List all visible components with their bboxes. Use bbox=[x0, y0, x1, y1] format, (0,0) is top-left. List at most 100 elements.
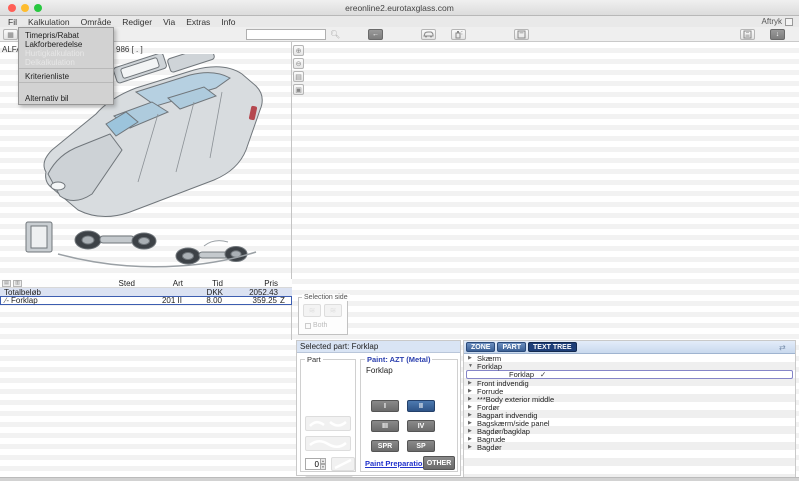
menu-bar: Fil Kalkulation Område Rediger Via Extra… bbox=[0, 16, 799, 27]
expand-all-icon[interactable]: ▥ bbox=[13, 280, 22, 287]
app-window: ereonline2.eurotaxglass.com Fil Kalkulat… bbox=[0, 0, 799, 481]
aftryk-control[interactable]: Aftryk bbox=[762, 17, 793, 26]
expand-icon[interactable]: ▶ bbox=[468, 380, 474, 386]
menu-item-disabled-1: Hurtigkalkulation bbox=[19, 48, 113, 57]
menu-omraade[interactable]: Område bbox=[81, 17, 112, 27]
table-row-forklap[interactable]: ∕-Forklap 201 II 8.00 359.25 Z bbox=[0, 296, 292, 305]
menu-item-disabled-2: Delkalkulation bbox=[19, 57, 113, 66]
print-view-icon[interactable]: ▤ bbox=[293, 71, 304, 82]
menu-via[interactable]: Via bbox=[163, 17, 175, 27]
kalkulation-dropdown-menu: Timepris/Rabat Lakforberedelse Hurtigkal… bbox=[18, 27, 114, 105]
search-icon[interactable]: 🔍︎ bbox=[330, 30, 339, 39]
row-flag: Z bbox=[277, 296, 291, 305]
collapse-all-icon[interactable]: ▤ bbox=[2, 280, 11, 287]
aftryk-label: Aftryk bbox=[762, 17, 782, 26]
selection-side-group: Selection side ≋ ≋ Both bbox=[298, 297, 348, 335]
menu-item-kriterienliste[interactable]: Kriterienliste bbox=[19, 71, 113, 80]
paint-level-3-button[interactable]: III bbox=[371, 420, 399, 432]
paint-group: Paint: AZT (Metal) Forklap I II III IV S… bbox=[360, 359, 458, 472]
back-icon[interactable]: ← bbox=[368, 29, 383, 40]
expand-icon[interactable]: ▶ bbox=[468, 396, 474, 402]
window-bottom-strip bbox=[0, 477, 799, 481]
expand-icon[interactable]: ▶ bbox=[468, 428, 474, 434]
paint-preparation-link[interactable]: Paint Preparation bbox=[365, 459, 427, 468]
column-art[interactable]: Art bbox=[135, 279, 183, 288]
line-tool-button[interactable] bbox=[331, 457, 355, 471]
expand-icon[interactable]: ▶ bbox=[468, 420, 474, 426]
row-pris: 359.25 bbox=[222, 296, 277, 305]
paint-level-1-button[interactable]: I bbox=[371, 400, 399, 412]
aftryk-icon[interactable] bbox=[785, 18, 793, 26]
paint-sp-button[interactable]: SP bbox=[407, 440, 435, 452]
panel-refresh-icon[interactable]: ⇄ bbox=[779, 343, 791, 352]
save-icon[interactable] bbox=[740, 29, 755, 40]
table-row-total[interactable]: Totalbeløb DKK 2052.43 bbox=[0, 288, 292, 296]
menu-extras[interactable]: Extras bbox=[186, 17, 210, 27]
repair-curve-button[interactable] bbox=[305, 436, 351, 451]
open-document-icon[interactable] bbox=[514, 29, 529, 40]
export-print-icon[interactable]: ↓ bbox=[770, 29, 785, 40]
selected-part-header: Selected part: Forklap bbox=[297, 341, 460, 353]
zoom-in-icon[interactable]: ⊕ bbox=[293, 45, 304, 56]
other-button[interactable]: OTHER bbox=[423, 456, 455, 470]
window-title: ereonline2.eurotaxglass.com bbox=[0, 3, 799, 13]
paint-spray-icon[interactable] bbox=[451, 29, 466, 40]
part-group: Part 0 ▲▼ bbox=[300, 359, 356, 472]
estimate-table: ▤ ▥ Sted Art Tid Pris Totalbeløb DKK 205… bbox=[0, 279, 292, 305]
collapse-icon[interactable]: ▼ bbox=[468, 363, 474, 369]
paint-level-4-button[interactable]: IV bbox=[407, 420, 435, 432]
zoom-out-icon[interactable]: ⊖ bbox=[293, 58, 304, 69]
tree-item[interactable]: ▶***Body exterior middle bbox=[464, 395, 795, 403]
menu-item-lakforberedelse[interactable]: Lakforberedelse bbox=[19, 39, 113, 48]
row-name: Forklap bbox=[11, 296, 38, 305]
tree-panel: ZONE PART TEXT TREE ⇄ ▶Skærm ▼Forklap Fo… bbox=[463, 340, 796, 478]
menu-info[interactable]: Info bbox=[221, 17, 235, 27]
left-side-button[interactable]: ≋ bbox=[303, 304, 321, 317]
column-pris[interactable]: Pris bbox=[223, 279, 278, 288]
expand-icon[interactable]: ▶ bbox=[468, 404, 474, 410]
expand-icon[interactable]: ▶ bbox=[468, 388, 474, 394]
menu-rediger[interactable]: Rediger bbox=[122, 17, 152, 27]
tree-item[interactable]: ▶Front indvendig bbox=[464, 379, 795, 387]
main-area: ALFA 986 [ . ] bbox=[0, 42, 799, 477]
vehicle-icon[interactable] bbox=[421, 29, 436, 40]
menu-item-timepris-rabat[interactable]: Timepris/Rabat bbox=[19, 30, 113, 39]
both-checkbox[interactable] bbox=[305, 323, 311, 329]
expand-icon[interactable]: ▶ bbox=[468, 412, 474, 418]
search-input[interactable] bbox=[246, 29, 326, 40]
paint-level-2-button[interactable]: II bbox=[407, 400, 435, 412]
hours-spinner-arrows[interactable]: ▲▼ bbox=[320, 458, 326, 470]
app-icon[interactable]: ▦ bbox=[3, 29, 18, 40]
tab-text-tree[interactable]: TEXT TREE bbox=[528, 342, 577, 352]
expand-icon[interactable]: ▶ bbox=[468, 444, 474, 450]
row-art: 201 II bbox=[134, 296, 182, 305]
menu-separator bbox=[19, 82, 113, 83]
column-tid[interactable]: Tid bbox=[183, 279, 223, 288]
zone-tree: ▶Skærm ▼Forklap Forklap✓ ▶Front indvendi… bbox=[464, 354, 795, 477]
part-legend: Part bbox=[305, 355, 323, 364]
tree-item[interactable]: ▼Forklap bbox=[464, 362, 795, 370]
tree-tab-bar: ZONE PART TEXT TREE ⇄ bbox=[464, 341, 795, 354]
tree-item[interactable]: ▶Bagdør/bagklap bbox=[464, 427, 795, 435]
paint-spr-button[interactable]: SPR bbox=[371, 440, 399, 452]
tree-item[interactable]: ▶Bagdør bbox=[464, 443, 795, 451]
menu-separator bbox=[19, 68, 113, 69]
vehicle-info-suffix: 986 [ . ] bbox=[116, 45, 143, 54]
expand-icon[interactable]: ▶ bbox=[468, 436, 474, 442]
tab-zone[interactable]: ZONE bbox=[466, 342, 495, 352]
car-view-icon[interactable]: ▣ bbox=[293, 84, 304, 95]
expand-icon[interactable]: ▶ bbox=[468, 355, 474, 361]
view-tools: ⊕ ⊖ ▤ ▣ bbox=[293, 45, 304, 95]
menu-kalkulation[interactable]: Kalkulation bbox=[28, 17, 70, 27]
replace-curve-button[interactable] bbox=[305, 416, 351, 431]
check-icon: ✓ bbox=[537, 370, 546, 379]
right-side-button[interactable]: ≋ bbox=[324, 304, 342, 317]
paint-part-name: Forklap bbox=[366, 366, 393, 375]
menu-fil[interactable]: Fil bbox=[8, 17, 17, 27]
tree-item[interactable]: ▶Bagrude bbox=[464, 435, 795, 443]
column-sted[interactable]: Sted bbox=[85, 279, 135, 288]
menu-item-alternativ-bil[interactable]: Alternativ bil bbox=[19, 93, 113, 102]
paint-legend: Paint: AZT (Metal) bbox=[365, 355, 432, 364]
tab-part[interactable]: PART bbox=[497, 342, 526, 352]
tree-item[interactable]: ▶Skærm bbox=[464, 354, 795, 362]
